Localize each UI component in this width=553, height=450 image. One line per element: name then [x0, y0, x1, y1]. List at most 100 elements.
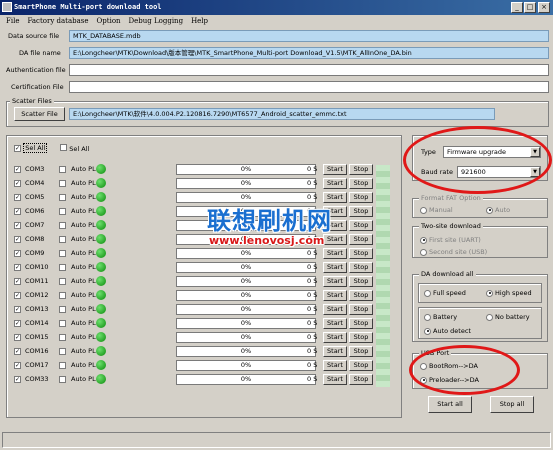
auto-pl-checkbox[interactable]	[59, 306, 66, 313]
stop-button[interactable]: Stop	[349, 290, 373, 301]
stop-button[interactable]: Stop	[349, 276, 373, 287]
high-speed-radio[interactable]	[486, 289, 493, 297]
port-checkbox[interactable]: ✓	[14, 264, 21, 271]
port-checkbox[interactable]: ✓	[14, 250, 21, 257]
auto-pl-checkbox[interactable]	[59, 208, 66, 215]
auto-pl-checkbox[interactable]	[59, 334, 66, 341]
close-button[interactable]: ×	[538, 2, 550, 13]
start-button[interactable]: Start	[323, 304, 347, 315]
sel-all-2[interactable]: Sel All	[60, 144, 89, 153]
stop-button[interactable]: Stop	[349, 304, 373, 315]
auto-pl-checkbox[interactable]	[59, 362, 66, 369]
stop-button[interactable]: Stop	[349, 192, 373, 203]
preloader-radio[interactable]	[420, 376, 427, 384]
bootrom-radio[interactable]	[420, 362, 427, 370]
start-all-button[interactable]: Start all	[428, 396, 472, 413]
stop-button[interactable]: Stop	[349, 164, 373, 175]
start-button[interactable]: Start	[323, 290, 347, 301]
port-checkbox[interactable]: ✓	[14, 208, 21, 215]
auto-pl-checkbox[interactable]	[59, 222, 66, 229]
no-battery-option[interactable]: No battery	[486, 313, 530, 321]
auto-pl-checkbox[interactable]	[59, 194, 66, 201]
baud-dropdown-arrow-icon[interactable]: ▼	[530, 167, 540, 177]
stop-button[interactable]: Stop	[349, 318, 373, 329]
auto-pl-checkbox[interactable]	[59, 292, 66, 299]
port-checkbox[interactable]: ✓	[14, 180, 21, 187]
auto-pl-checkbox[interactable]	[59, 376, 66, 383]
port-checkbox[interactable]: ✓	[14, 194, 21, 201]
menu-factory-database[interactable]: Factory database	[27, 15, 88, 27]
bootrom-option[interactable]: BootRom-->DA	[420, 362, 478, 370]
auto-pl-checkbox[interactable]	[59, 250, 66, 257]
start-button[interactable]: Start	[323, 262, 347, 273]
stop-button[interactable]: Stop	[349, 234, 373, 245]
full-speed-option[interactable]: Full speed	[424, 289, 466, 297]
start-button[interactable]: Start	[323, 318, 347, 329]
start-button[interactable]: Start	[323, 374, 347, 385]
battery-radio[interactable]	[424, 313, 431, 321]
scatter-file-field[interactable]: E:\Longcheer\MTK\软件\4.0.004.P2.120816.72…	[69, 108, 495, 120]
auto-detect-radio[interactable]	[424, 327, 431, 335]
stop-button[interactable]: Stop	[349, 374, 373, 385]
auto-pl-checkbox[interactable]	[59, 320, 66, 327]
port-checkbox[interactable]: ✓	[14, 376, 21, 383]
stop-all-button[interactable]: Stop all	[490, 396, 534, 413]
port-checkbox[interactable]: ✓	[14, 278, 21, 285]
full-speed-radio[interactable]	[424, 289, 431, 297]
port-checkbox[interactable]: ✓	[14, 292, 21, 299]
battery-option[interactable]: Battery	[424, 313, 457, 321]
auto-pl-checkbox[interactable]	[59, 166, 66, 173]
auto-pl-checkbox[interactable]	[59, 180, 66, 187]
stop-button[interactable]: Stop	[349, 346, 373, 357]
first-site-radio[interactable]	[420, 236, 427, 244]
second-site-option[interactable]: Second site (USB)	[420, 248, 487, 256]
port-checkbox[interactable]: ✓	[14, 306, 21, 313]
menu-help[interactable]: Help	[191, 15, 208, 27]
data-source-field[interactable]: MTK_DATABASE.mdb	[69, 30, 549, 42]
sel-all-1-checkbox[interactable]: ✓	[14, 145, 21, 152]
stop-button[interactable]: Stop	[349, 178, 373, 189]
auth-file-field[interactable]	[69, 64, 549, 76]
fat-manual-radio[interactable]	[420, 206, 427, 214]
start-button[interactable]: Start	[323, 164, 347, 175]
fat-auto-option[interactable]: Auto	[486, 206, 510, 214]
stop-button[interactable]: Stop	[349, 262, 373, 273]
da-file-field[interactable]: E:\Longcheer\MTK\Download\版本管理\MTK_Smart…	[69, 47, 549, 59]
port-checkbox[interactable]: ✓	[14, 222, 21, 229]
port-checkbox[interactable]: ✓	[14, 236, 21, 243]
minimize-button[interactable]: _	[511, 2, 523, 13]
port-checkbox[interactable]: ✓	[14, 320, 21, 327]
stop-button[interactable]: Stop	[349, 360, 373, 371]
menu-option[interactable]: Option	[97, 15, 121, 27]
stop-button[interactable]: Stop	[349, 332, 373, 343]
scatter-file-button[interactable]: Scatter File	[14, 107, 65, 121]
sel-all-2-checkbox[interactable]	[60, 144, 67, 151]
auto-pl-checkbox[interactable]	[59, 264, 66, 271]
maximize-button[interactable]: □	[524, 2, 536, 13]
type-dropdown-arrow-icon[interactable]: ▼	[530, 147, 540, 157]
fat-auto-radio[interactable]	[486, 206, 493, 214]
port-checkbox[interactable]: ✓	[14, 362, 21, 369]
port-checkbox[interactable]: ✓	[14, 348, 21, 355]
no-battery-radio[interactable]	[486, 313, 493, 321]
fat-manual-option[interactable]: Manual	[420, 206, 453, 214]
auto-detect-option[interactable]: Auto detect	[424, 327, 471, 335]
cert-file-field[interactable]	[69, 81, 549, 93]
start-button[interactable]: Start	[323, 178, 347, 189]
type-select[interactable]: Firmware upgrade ▼	[443, 146, 541, 158]
menu-file[interactable]: File	[6, 15, 19, 27]
sel-all-1[interactable]: ✓ Sel All	[14, 143, 48, 153]
auto-pl-checkbox[interactable]	[59, 236, 66, 243]
stop-button[interactable]: Stop	[349, 206, 373, 217]
stop-button[interactable]: Stop	[349, 220, 373, 231]
port-checkbox[interactable]: ✓	[14, 166, 21, 173]
preloader-option[interactable]: Preloader-->DA	[420, 376, 479, 384]
start-button[interactable]: Start	[323, 276, 347, 287]
auto-pl-checkbox[interactable]	[59, 348, 66, 355]
auto-pl-checkbox[interactable]	[59, 278, 66, 285]
start-button[interactable]: Start	[323, 248, 347, 259]
stop-button[interactable]: Stop	[349, 248, 373, 259]
menu-debug-logging[interactable]: Debug Logging	[129, 15, 184, 27]
port-checkbox[interactable]: ✓	[14, 334, 21, 341]
start-button[interactable]: Start	[323, 360, 347, 371]
